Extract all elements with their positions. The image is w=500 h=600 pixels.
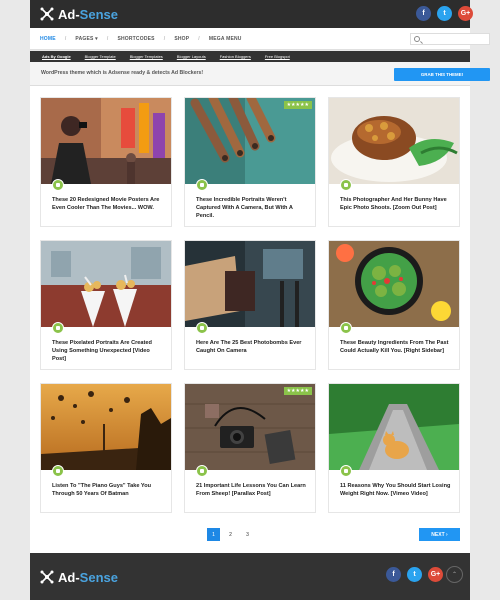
ad-link[interactable]: Blogger Template xyxy=(85,54,116,59)
ad-link[interactable]: Fashion Bloggers xyxy=(220,54,251,59)
post-thumbnail[interactable]: ★★★★★ xyxy=(185,98,315,184)
page-2-button[interactable]: 2 xyxy=(224,528,237,541)
footer-logo[interactable]: Ad-Sense xyxy=(40,567,118,587)
post-thumbnail[interactable] xyxy=(41,384,171,470)
search-input[interactable] xyxy=(410,33,490,45)
post-format-icon xyxy=(340,322,352,334)
post-format-icon xyxy=(196,322,208,334)
post-thumbnail[interactable] xyxy=(185,241,315,327)
nav-separator: / xyxy=(198,36,200,42)
post-card[interactable]: ★★★★★ These Incredible Portraits Weren't… xyxy=(184,97,316,227)
main-nav: HOME / PAGES ▾ / SHORTCODES / SHOP / MEG… xyxy=(30,28,490,50)
google-plus-icon[interactable]: G+ xyxy=(428,567,443,582)
promo-bar: WordPress theme which is Adsense ready &… xyxy=(30,62,490,86)
post-format-icon xyxy=(52,465,64,477)
site-logo[interactable]: Ad-Sense xyxy=(40,4,118,24)
ad-links-bar: Ads By Google Blogger Template Blogger T… xyxy=(30,51,470,62)
nav-pages[interactable]: PAGES ▾ xyxy=(75,36,97,42)
nav-separator: / xyxy=(106,36,109,42)
post-thumbnail[interactable]: ★★★★★ xyxy=(185,384,315,470)
scroll-to-top-button[interactable]: ⌃ xyxy=(446,566,463,583)
ad-link[interactable]: Ads By Google xyxy=(42,54,71,59)
post-title[interactable]: Listen To "The Piano Guys" Take You Thro… xyxy=(52,482,164,498)
site-name: Ad-Sense xyxy=(58,6,118,22)
post-thumbnail[interactable] xyxy=(329,98,459,184)
post-grid: These 20 Redesigned Movie Posters Are Ev… xyxy=(30,86,470,554)
promo-text: WordPress theme which is Adsense ready &… xyxy=(41,70,204,76)
post-card[interactable]: These Beauty Ingredients From The Past C… xyxy=(328,240,460,370)
post-thumbnail[interactable] xyxy=(41,98,171,184)
footer-social-links: f t G+ xyxy=(386,567,443,582)
post-title[interactable]: This Photographer And Her Bunny Have Epi… xyxy=(340,196,452,212)
logo-icon xyxy=(40,7,54,21)
post-card[interactable]: Listen To "The Piano Guys" Take You Thro… xyxy=(40,383,172,513)
logo-icon xyxy=(40,570,54,584)
footer: Ad-Sense f t G+ ⌃ xyxy=(30,553,470,600)
rating-stars: ★★★★★ xyxy=(283,101,312,109)
post-title[interactable]: 21 Important Life Lessons You Can Learn … xyxy=(196,482,308,498)
post-title[interactable]: These Incredible Portraits Weren't Captu… xyxy=(196,196,308,220)
ad-link[interactable]: Blogger Layouts xyxy=(177,54,206,59)
post-thumbnail[interactable] xyxy=(329,241,459,327)
post-card[interactable]: ★★★★★ 21 Important Life Lessons You Can … xyxy=(184,383,316,513)
nav-mega-menu[interactable]: MEGA MENU xyxy=(209,36,242,42)
ad-link[interactable]: Free Blogspot xyxy=(265,54,290,59)
post-title[interactable]: These Pixelated Portraits Are Created Us… xyxy=(52,339,164,363)
footer-site-name: Ad-Sense xyxy=(58,569,118,585)
post-format-icon xyxy=(52,179,64,191)
post-format-icon xyxy=(340,465,352,477)
google-plus-icon[interactable]: G+ xyxy=(458,6,473,21)
post-title[interactable]: These 20 Redesigned Movie Posters Are Ev… xyxy=(52,196,164,212)
page-1-button[interactable]: 1 xyxy=(207,528,220,541)
post-card[interactable]: Here Are The 25 Best Photobombs Ever Cau… xyxy=(184,240,316,370)
nav-separator: / xyxy=(64,36,67,42)
post-card[interactable]: 11 Reasons Why You Should Start Losing W… xyxy=(328,383,460,513)
page-3-button[interactable]: 3 xyxy=(241,528,254,541)
twitter-icon[interactable]: t xyxy=(407,567,422,582)
grab-theme-button[interactable]: GRAB THIS THEME! xyxy=(394,68,490,81)
pagination: 1 2 3 xyxy=(207,528,254,541)
facebook-icon[interactable]: f xyxy=(416,6,431,21)
nav-shortcodes[interactable]: SHORTCODES xyxy=(117,36,154,42)
post-card[interactable]: This Photographer And Her Bunny Have Epi… xyxy=(328,97,460,227)
rating-stars: ★★★★★ xyxy=(283,387,312,395)
nav-home[interactable]: HOME xyxy=(40,36,56,42)
post-format-icon xyxy=(340,179,352,191)
post-format-icon xyxy=(196,465,208,477)
social-links: f t G+ xyxy=(416,6,473,21)
post-title[interactable]: These Beauty Ingredients From The Past C… xyxy=(340,339,452,355)
post-thumbnail[interactable] xyxy=(329,384,459,470)
search-icon xyxy=(414,36,420,42)
twitter-icon[interactable]: t xyxy=(437,6,452,21)
post-format-icon xyxy=(52,322,64,334)
facebook-icon[interactable]: f xyxy=(386,567,401,582)
next-page-button[interactable]: NEXT › xyxy=(419,528,460,541)
post-format-icon xyxy=(196,179,208,191)
ad-link[interactable]: Blogger Templates xyxy=(130,54,163,59)
post-title[interactable]: Here Are The 25 Best Photobombs Ever Cau… xyxy=(196,339,308,355)
nav-shop[interactable]: SHOP xyxy=(174,36,189,42)
post-thumbnail[interactable] xyxy=(41,241,171,327)
post-card[interactable]: These Pixelated Portraits Are Created Us… xyxy=(40,240,172,370)
nav-separator: / xyxy=(163,36,166,42)
post-card[interactable]: These 20 Redesigned Movie Posters Are Ev… xyxy=(40,97,172,227)
post-title[interactable]: 11 Reasons Why You Should Start Losing W… xyxy=(340,482,452,498)
top-bar: Ad-Sense f t G+ xyxy=(30,0,473,28)
